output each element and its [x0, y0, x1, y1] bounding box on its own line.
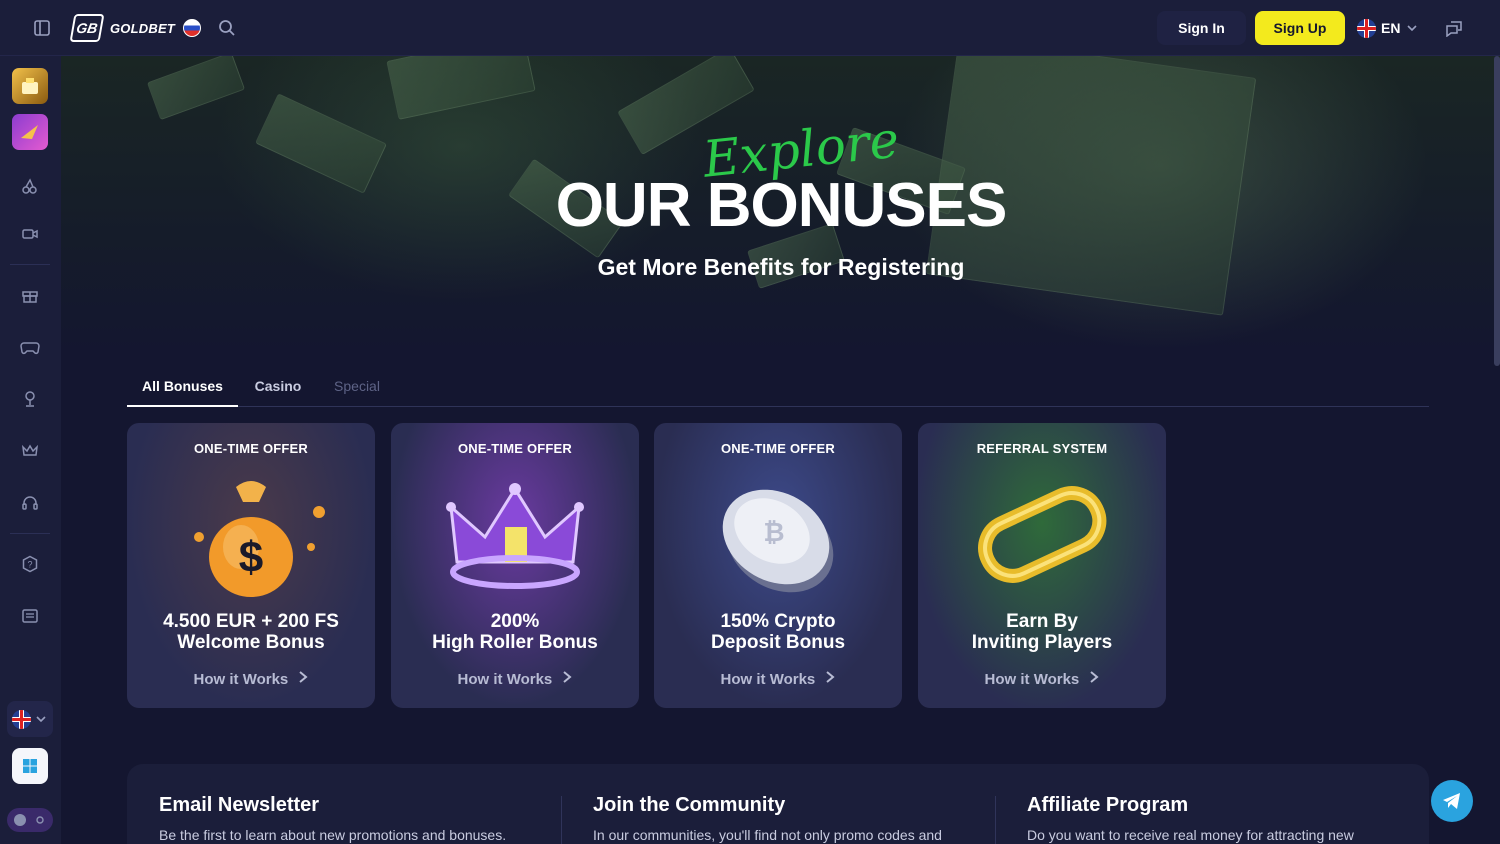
crown-icon [446, 483, 584, 589]
gift-icon[interactable] [12, 277, 48, 313]
newsletter-text: Be the first to learn about new promotio… [159, 827, 507, 843]
logo-mark: GB [69, 14, 105, 42]
card-tag: REFERRAL SYSTEM [976, 441, 1108, 456]
chevron-right-icon [1090, 671, 1100, 683]
banknote-decoration [386, 56, 536, 120]
banknote-decoration [254, 93, 388, 194]
moon-icon [14, 814, 26, 826]
gamepad-icon[interactable] [12, 329, 48, 365]
hero-banner: Explore OUR BONUSES Get More Benefits fo… [61, 56, 1500, 356]
chevron-right-icon [563, 671, 573, 683]
how-it-works-link[interactable]: How it Works [127, 670, 375, 688]
column-divider [561, 796, 562, 844]
bonus-tabs: All Bonuses Casino Special [127, 367, 1429, 407]
windows-app-icon[interactable] [12, 748, 48, 784]
chain-link-icon [978, 486, 1107, 583]
card-title: 150% Crypto Deposit Bonus [654, 611, 902, 653]
telegram-icon [1443, 793, 1460, 809]
column-divider [995, 796, 996, 844]
tab-casino[interactable]: Casino [244, 367, 312, 407]
banknote-decoration [146, 56, 246, 121]
card-title-line1: 200% [490, 611, 540, 632]
link-label: How it Works [457, 671, 553, 688]
uk-flag-icon [12, 709, 31, 729]
tab-special[interactable]: Special [322, 367, 392, 407]
brand-logo[interactable]: GB GOLDBET [69, 12, 201, 44]
community-section: Join the Community In our communities, y… [593, 794, 993, 843]
card-tag: ONE-TIME OFFER [193, 441, 309, 456]
sidebar-promo-thumbnail-1[interactable] [12, 68, 48, 104]
card-title-line2: High Roller Bonus [432, 632, 598, 653]
card-title-line1: 4.500 EUR + 200 FS [163, 611, 339, 632]
newsletter-title: Email Newsletter [159, 794, 320, 816]
community-text: In our communities, you'll find not only… [593, 827, 942, 843]
how-it-works-link[interactable]: How it Works [918, 670, 1166, 688]
card-title-line1: Earn By [1006, 611, 1078, 632]
country-flag-icon [182, 19, 201, 37]
support-headset-icon[interactable] [12, 485, 48, 521]
tab-all-bonuses[interactable]: All Bonuses [127, 367, 238, 407]
brand-name: GOLDBET [110, 20, 175, 36]
sidebar-promo-thumbnail-2[interactable] [12, 114, 48, 150]
language-selector[interactable]: EN [1357, 18, 1419, 38]
chevron-down-icon [1407, 25, 1418, 32]
how-it-works-link[interactable]: How it Works [391, 670, 639, 688]
bonus-card-high-roller[interactable]: ONE-TIME OFFER 200% High Roller Bonus Ho… [391, 423, 639, 708]
svg-text:₿: ₿ [763, 517, 784, 547]
news-list-icon[interactable] [12, 598, 48, 634]
how-it-works-link[interactable]: How it Works [654, 670, 902, 688]
telegram-button[interactable] [1431, 780, 1473, 822]
card-title-line1: 150% Crypto [720, 611, 836, 632]
affiliate-title: Affiliate Program [1027, 794, 1189, 816]
svg-text:?: ? [27, 560, 32, 570]
bonus-card-referral[interactable]: REFERRAL SYSTEM Earn By Inviting Players… [918, 423, 1166, 708]
top-header: GB GOLDBET Sign In Sign Up EN [0, 0, 1500, 56]
community-title: Join the Community [593, 794, 786, 816]
newsletter-section: Email Newsletter Be the first to learn a… [159, 794, 559, 843]
sidebar-language-selector[interactable] [7, 701, 53, 737]
money-bag-icon: $ [194, 481, 325, 597]
search-icon[interactable] [216, 17, 238, 39]
sidebar-toggle-icon[interactable] [31, 17, 53, 39]
trophy-icon[interactable] [12, 381, 48, 417]
left-sidebar: ? [0, 56, 61, 844]
bonus-card-welcome[interactable]: ONE-TIME OFFER $ 4.500 EUR + 200 FS Welc… [127, 423, 375, 708]
card-title: 4.500 EUR + 200 FS Welcome Bonus [127, 611, 375, 653]
chevron-right-icon [826, 671, 836, 683]
card-title-line2: Welcome Bonus [177, 632, 325, 653]
hero-subtitle: Get More Benefits for Registering [597, 254, 965, 280]
live-camera-icon[interactable] [12, 216, 48, 252]
chevron-right-icon [299, 671, 309, 683]
chevron-down-icon [36, 716, 46, 723]
crown-vip-icon[interactable] [12, 433, 48, 469]
theme-toggle[interactable] [7, 808, 53, 832]
sign-in-button[interactable]: Sign In [1157, 11, 1246, 45]
help-icon[interactable]: ? [12, 546, 48, 582]
card-title-line2: Inviting Players [971, 632, 1113, 653]
svg-text:$: $ [239, 533, 263, 582]
card-tag: ONE-TIME OFFER [457, 441, 573, 456]
affiliate-section: Affiliate Program Do you want to receive… [1027, 794, 1427, 843]
sidebar-divider [10, 533, 50, 534]
sun-icon [36, 816, 44, 824]
link-label: How it Works [720, 671, 816, 688]
chat-icon[interactable] [1443, 17, 1465, 39]
sidebar-divider [10, 264, 50, 265]
card-tag: ONE-TIME OFFER [720, 441, 836, 456]
sign-up-button[interactable]: Sign Up [1255, 11, 1345, 45]
bonus-card-crypto[interactable]: ONE-TIME OFFER ₿ 150% Crypto Deposit Bon… [654, 423, 902, 708]
card-title: Earn By Inviting Players [918, 611, 1166, 653]
link-label: How it Works [193, 671, 289, 688]
info-panel: Email Newsletter Be the first to learn a… [127, 764, 1429, 844]
uk-flag-icon [1357, 18, 1376, 38]
language-label: EN [1381, 20, 1401, 36]
link-label: How it Works [984, 671, 1080, 688]
bitcoin-coin-icon: ₿ [722, 489, 834, 593]
card-title-line2: Deposit Bonus [710, 632, 846, 653]
page-scrollbar[interactable] [1494, 56, 1500, 366]
card-title: 200% High Roller Bonus [391, 611, 639, 653]
cherries-icon[interactable] [12, 168, 48, 204]
affiliate-text: Do you want to receive real money for at… [1027, 827, 1354, 843]
hero-title: OUR BONUSES [555, 171, 1008, 240]
